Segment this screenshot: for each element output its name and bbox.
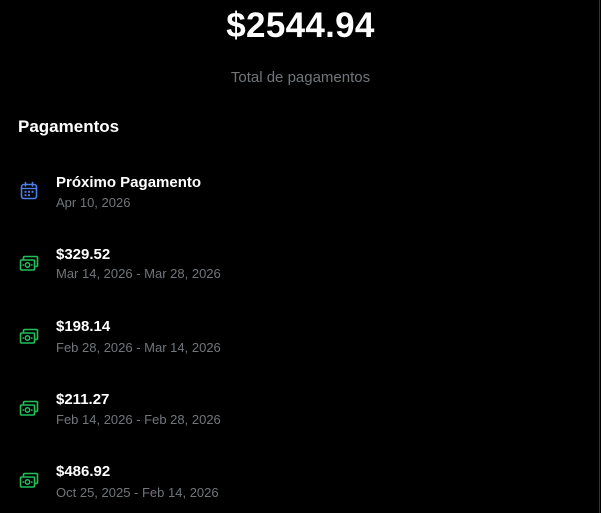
- payment-row[interactable]: $486.92 Oct 25, 2025 - Feb 14, 2026: [0, 459, 600, 509]
- payment-amount: $211.27: [56, 391, 110, 408]
- payment-row[interactable]: $198.14 Feb 28, 2026 - Mar 14, 2026: [0, 314, 600, 364]
- calendar-icon: [19, 181, 39, 201]
- money-icon: [19, 327, 39, 347]
- money-icon: [19, 471, 39, 491]
- next-payment-label: Próximo Pagamento: [56, 174, 202, 191]
- next-payment-date: Apr 10, 2026: [56, 195, 131, 210]
- section-title: Pagamentos: [18, 117, 120, 136]
- payments-panel: $2544.94 Total de pagamentos Pagamentos …: [0, 0, 600, 513]
- total-amount: $2544.94: [226, 6, 375, 45]
- payment-period: Feb 28, 2026 - Mar 14, 2026: [56, 340, 221, 355]
- next-payment-row[interactable]: Próximo Pagamento Apr 10, 2026: [0, 170, 600, 220]
- payment-amount: $329.52: [56, 246, 111, 263]
- money-icon: [19, 254, 39, 274]
- payment-amount: $198.14: [56, 318, 111, 335]
- payment-row[interactable]: $329.52 Mar 14, 2026 - Mar 28, 2026: [0, 242, 600, 292]
- money-icon: [19, 399, 39, 419]
- payment-period: Mar 14, 2026 - Mar 28, 2026: [56, 266, 221, 281]
- payment-row[interactable]: $211.27 Feb 14, 2026 - Feb 28, 2026: [0, 387, 600, 437]
- payment-period: Oct 25, 2025 - Feb 14, 2026: [56, 485, 219, 500]
- payment-period: Feb 14, 2026 - Feb 28, 2026: [56, 412, 221, 427]
- payment-amount: $486.92: [56, 463, 111, 480]
- total-caption: Total de pagamentos: [230, 69, 371, 86]
